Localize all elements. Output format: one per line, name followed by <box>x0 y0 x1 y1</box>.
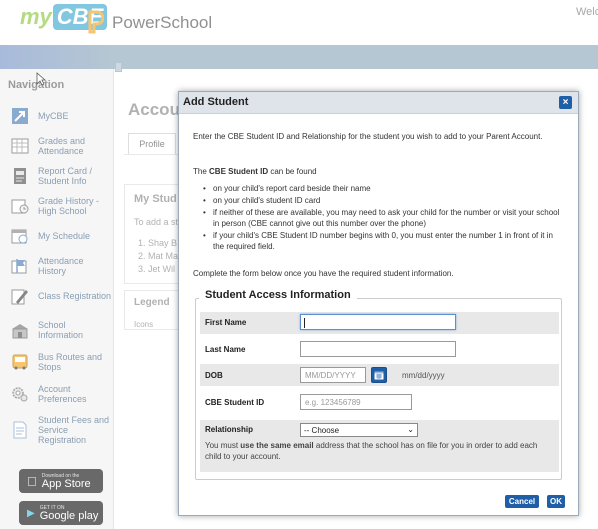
first-name-label: First Name <box>205 318 247 327</box>
intro-text: Enter the CBE Student ID and Relationshi… <box>193 132 543 141</box>
list-item: if neither of these are available, you m… <box>201 207 561 229</box>
email-note: You must use the same email address that… <box>205 441 538 461</box>
cancel-button[interactable]: Cancel <box>505 495 539 508</box>
ok-button[interactable]: OK <box>547 495 565 508</box>
bullet-list: on your child's report card beside their… <box>201 183 561 253</box>
close-icon: × <box>562 97 569 108</box>
relationship-selected-value: -- Choose <box>304 425 340 435</box>
student-id-row: CBE Student ID e.g. 123456789 <box>200 390 559 414</box>
student-id-field[interactable]: e.g. 123456789 <box>300 394 412 410</box>
dob-field[interactable]: MM/DD/YYYY <box>300 367 366 383</box>
dob-row: DOB MM/DD/YYYY mm/dd/yyyy <box>200 364 559 386</box>
calendar-icon <box>374 371 384 380</box>
dob-format-hint: mm/dd/yyyy <box>402 371 445 380</box>
add-student-dialog: Add Student × Enter the CBE Student ID a… <box>178 91 579 516</box>
date-picker-button[interactable] <box>371 367 387 383</box>
dialog-title: Add Student <box>183 96 249 108</box>
relationship-select[interactable]: -- Choose ⌄ <box>300 423 418 437</box>
last-name-label: Last Name <box>205 345 246 354</box>
list-item: on your child's student ID card <box>201 195 561 206</box>
last-name-row: Last Name <box>200 338 559 360</box>
found-text: The CBE Student ID can be found <box>193 167 317 176</box>
dob-label: DOB <box>205 371 223 380</box>
student-id-label: CBE Student ID <box>205 398 265 407</box>
first-name-field[interactable] <box>300 314 456 330</box>
relationship-label: Relationship <box>205 425 254 434</box>
section-title: Student Access Information <box>199 289 357 301</box>
chevron-down-icon: ⌄ <box>407 425 414 434</box>
list-item: on your child's report card beside their… <box>201 183 561 194</box>
close-button[interactable]: × <box>559 96 572 109</box>
text-cursor <box>304 318 305 328</box>
dialog-header: Add Student × <box>179 92 578 114</box>
relationship-row: Relationship -- Choose ⌄ You must use th… <box>200 420 559 472</box>
complete-text: Complete the form below once you have th… <box>193 269 454 278</box>
last-name-field[interactable] <box>300 341 456 357</box>
first-name-row: First Name <box>200 312 559 334</box>
list-item: if your child's CBE Student ID number be… <box>201 230 561 252</box>
